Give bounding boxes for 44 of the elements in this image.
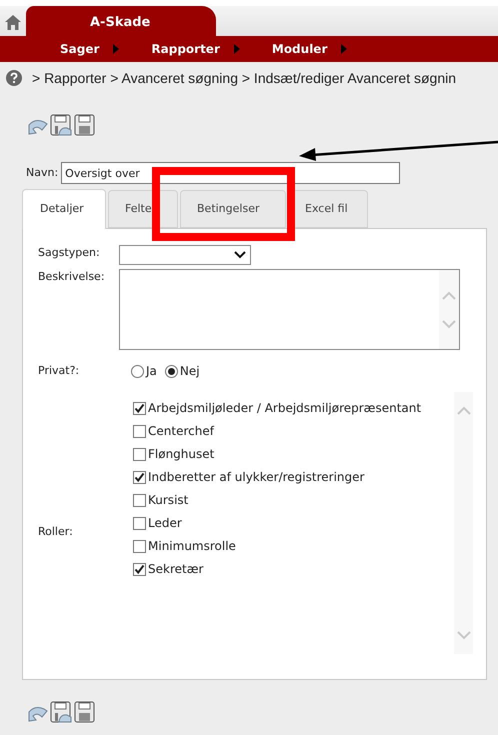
save-as-icon[interactable]	[50, 701, 72, 723]
checkbox[interactable]	[133, 424, 146, 438]
breadcrumb: > Rapporter > Avanceret søgning > Indsæt/rediger Avanceret søgnin	[32, 68, 456, 88]
role-label: Indberetter af ulykker/registreringer	[148, 469, 364, 485]
radio-label: Ja	[146, 363, 157, 380]
checkbox[interactable]	[133, 494, 146, 506]
caret-icon	[341, 44, 348, 54]
sagstypen-dropdown[interactable]	[119, 245, 251, 265]
help-icon[interactable]	[6, 70, 22, 86]
save-icon[interactable]	[74, 701, 96, 723]
role-label: Centerchef	[148, 423, 214, 439]
role-label: Leder	[148, 515, 182, 531]
home-icon[interactable]	[5, 15, 21, 30]
checkbox[interactable]	[133, 470, 146, 484]
checkbox[interactable]	[133, 402, 146, 414]
role-label: Flønghuset	[148, 446, 214, 462]
sagstypen-label: Sagstypen:	[38, 245, 101, 261]
radio-label: Nej	[180, 363, 200, 380]
save-icon[interactable]	[74, 114, 96, 136]
chevron-down-icon	[234, 251, 246, 259]
name-label: Navn:	[26, 164, 58, 181]
menu-item[interactable]: Rapporter	[151, 40, 220, 58]
tab[interactable]: Detaljer	[22, 189, 106, 229]
checkbox[interactable]	[133, 448, 146, 460]
role-label: Sekretær	[148, 561, 204, 577]
beskrivelse-textarea[interactable]	[119, 269, 460, 350]
checkbox[interactable]	[133, 540, 146, 552]
radio-button[interactable]	[131, 364, 144, 378]
role-label: Kursist	[148, 492, 188, 508]
checkbox[interactable]	[133, 516, 146, 530]
caret-icon	[113, 44, 120, 54]
save-as-icon[interactable]	[50, 114, 72, 136]
privat-label: Privat?:	[38, 362, 80, 379]
menu-item[interactable]: Moduler	[272, 40, 328, 58]
checkbox[interactable]	[133, 562, 146, 576]
beskrivelse-label: Beskrivelse:	[38, 269, 106, 285]
roller-label: Roller:	[38, 524, 74, 540]
caret-icon	[234, 44, 240, 54]
radio-button[interactable]	[164, 364, 178, 378]
app-tab[interactable]: A-Skade	[26, 6, 216, 36]
tab[interactable]: Betingelser	[180, 190, 286, 228]
menu-item[interactable]: Sager	[60, 40, 100, 58]
role-label: Arbejdsmiljøleder / Arbejdsmiljørepræsentant	[148, 400, 422, 416]
role-label: Minimumsrolle	[148, 538, 236, 554]
